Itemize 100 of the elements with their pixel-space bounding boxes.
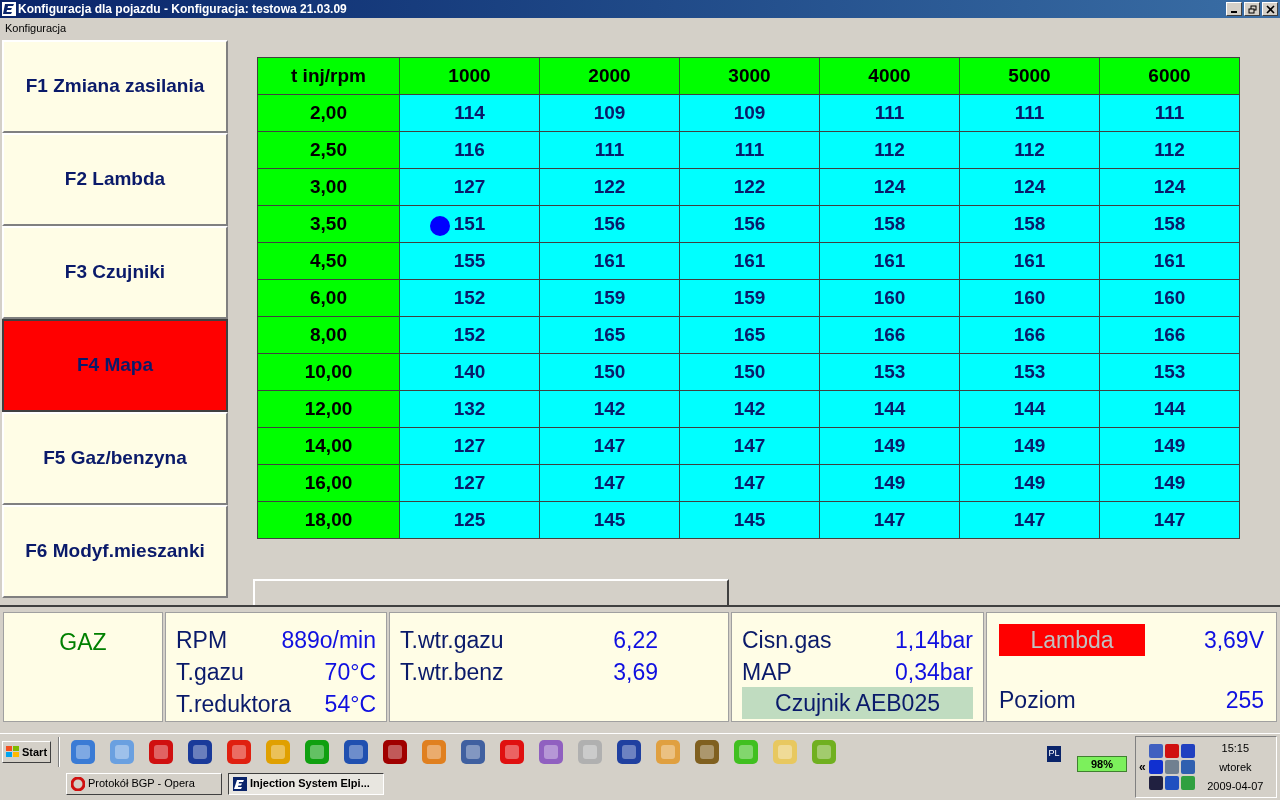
row-header: 3,00 — [258, 169, 399, 205]
table-cell: 142 — [680, 391, 819, 427]
reading-value: 889o/min — [281, 626, 376, 655]
minimize-button[interactable] — [1226, 2, 1242, 16]
reading-value: 6,22 — [613, 626, 658, 655]
table-cell: 145 — [680, 502, 819, 538]
reading-value: 3,69 — [613, 658, 658, 687]
reading-label: T.gazu — [176, 658, 244, 687]
table-cell: 111 — [540, 132, 679, 168]
clock-text: 2009-04-07 — [1207, 778, 1264, 794]
sidebar-button[interactable]: F2 Lambda — [2, 133, 228, 226]
reading-value: 255 — [1225, 685, 1264, 715]
table-cell: 147 — [680, 428, 819, 464]
close-button[interactable] — [1262, 2, 1278, 16]
reading-label: T.wtr.benz — [400, 658, 504, 687]
reading-label: T.wtr.gazu — [400, 626, 504, 655]
row-header: 8,00 — [258, 317, 399, 353]
sidebar-button[interactable]: F6 Modyf.mieszanki — [2, 505, 228, 598]
table-cell: 127 — [400, 465, 539, 501]
minimize-icon — [1231, 11, 1237, 13]
table-cell: 147 — [540, 428, 679, 464]
table-cell: 155 — [400, 243, 539, 279]
table-cell: 160 — [1100, 280, 1239, 316]
table-cell: 160 — [820, 280, 959, 316]
window-title: Konfiguracja dla pojazdu - Konfiguracja: testowa 21.03.09 — [18, 1, 348, 18]
table-cell: 149 — [820, 465, 959, 501]
reading-label: Poziom — [999, 685, 1076, 715]
table-cell: 166 — [960, 317, 1099, 353]
reading-value: 3,69V — [1203, 626, 1264, 655]
row-header: 3,50 — [258, 206, 399, 242]
table-cell: 109 — [680, 95, 819, 131]
clock-text: wtorek — [1219, 759, 1252, 775]
sidebar-button[interactable]: F3 Czujniki — [2, 226, 228, 319]
table-cell: 127 — [400, 428, 539, 464]
reading-label: RPM — [176, 626, 228, 655]
column-header: 2000 — [540, 58, 679, 94]
table-cell: 124 — [960, 169, 1099, 205]
taskbar-button[interactable]: Injection System Elpi... — [228, 772, 384, 795]
sidebar-button[interactable]: F1 Zmiana zasilania — [2, 40, 228, 133]
table-cell: 122 — [680, 169, 819, 205]
language-indicator[interactable]: PL — [1047, 746, 1061, 762]
table-cell: 149 — [960, 465, 1099, 501]
table-cell: 112 — [1100, 132, 1239, 168]
table-cell: 149 — [960, 428, 1099, 464]
row-header: 10,00 — [258, 354, 399, 390]
table-cell: 161 — [540, 243, 679, 279]
table-cell: 132 — [400, 391, 539, 427]
table-cell: 140 — [400, 354, 539, 390]
table-cell: 124 — [820, 169, 959, 205]
column-header: t inj/rpm — [258, 58, 399, 94]
table-cell: 158 — [820, 206, 959, 242]
tray-expand-button[interactable]: « — [1136, 758, 1149, 776]
table-cell: 156 — [680, 206, 819, 242]
table-cell: 150 — [540, 354, 679, 390]
table-cell: 166 — [820, 317, 959, 353]
column-header: 5000 — [960, 58, 1099, 94]
table-cell: 161 — [680, 243, 819, 279]
reading-label: MAP — [742, 658, 792, 687]
fuel-mode-label: GAZ — [59, 628, 107, 653]
table-cell: 124 — [1100, 169, 1239, 205]
row-header: 2,50 — [258, 132, 399, 168]
table-cell: 144 — [960, 391, 1099, 427]
reading-label: Cisn.gas — [742, 626, 832, 655]
taskbar-button[interactable]: Protokół BGP - Opera — [66, 772, 222, 795]
table-cell: 165 — [540, 317, 679, 353]
column-header: 3000 — [680, 58, 819, 94]
lambda-indicator: Lambda — [999, 624, 1145, 657]
table-cell: 111 — [960, 95, 1099, 131]
start-button[interactable]: Start — [2, 741, 52, 763]
table-cell: 145 — [540, 502, 679, 538]
table-cell: 159 — [540, 280, 679, 316]
table-cell: 147 — [680, 465, 819, 501]
table-cell: 161 — [1100, 243, 1239, 279]
table-cell: 156 — [540, 206, 679, 242]
row-header: 4,50 — [258, 243, 399, 279]
table-cell: 111 — [820, 95, 959, 131]
table-cell: 111 — [680, 132, 819, 168]
reading-value: 0,34bar — [895, 658, 973, 687]
table-cell: 144 — [1100, 391, 1239, 427]
table-cell: 158 — [960, 206, 1099, 242]
menu-item[interactable]: Konfiguracja — [4, 19, 68, 37]
table-cell: 160 — [960, 280, 1099, 316]
clock-text: 15:15 — [1221, 740, 1250, 756]
row-header: 16,00 — [258, 465, 399, 501]
row-header: 6,00 — [258, 280, 399, 316]
table-cell: 159 — [680, 280, 819, 316]
reading-value: 1,14bar — [895, 626, 973, 655]
table-cell: 153 — [820, 354, 959, 390]
table-cell: 152 — [400, 317, 539, 353]
table-cell: 147 — [1100, 502, 1239, 538]
table-cell: 158 — [1100, 206, 1239, 242]
table-cell: 151 — [400, 206, 539, 242]
row-header: 12,00 — [258, 391, 399, 427]
table-cell: 144 — [820, 391, 959, 427]
table-cell: 112 — [960, 132, 1099, 168]
sidebar-button[interactable]: F4 Mapa — [2, 319, 228, 412]
table-cell: 153 — [1100, 354, 1239, 390]
restore-button[interactable] — [1244, 2, 1260, 16]
table-cell: 149 — [820, 428, 959, 464]
sidebar-button[interactable]: F5 Gaz/benzyna — [2, 412, 228, 505]
